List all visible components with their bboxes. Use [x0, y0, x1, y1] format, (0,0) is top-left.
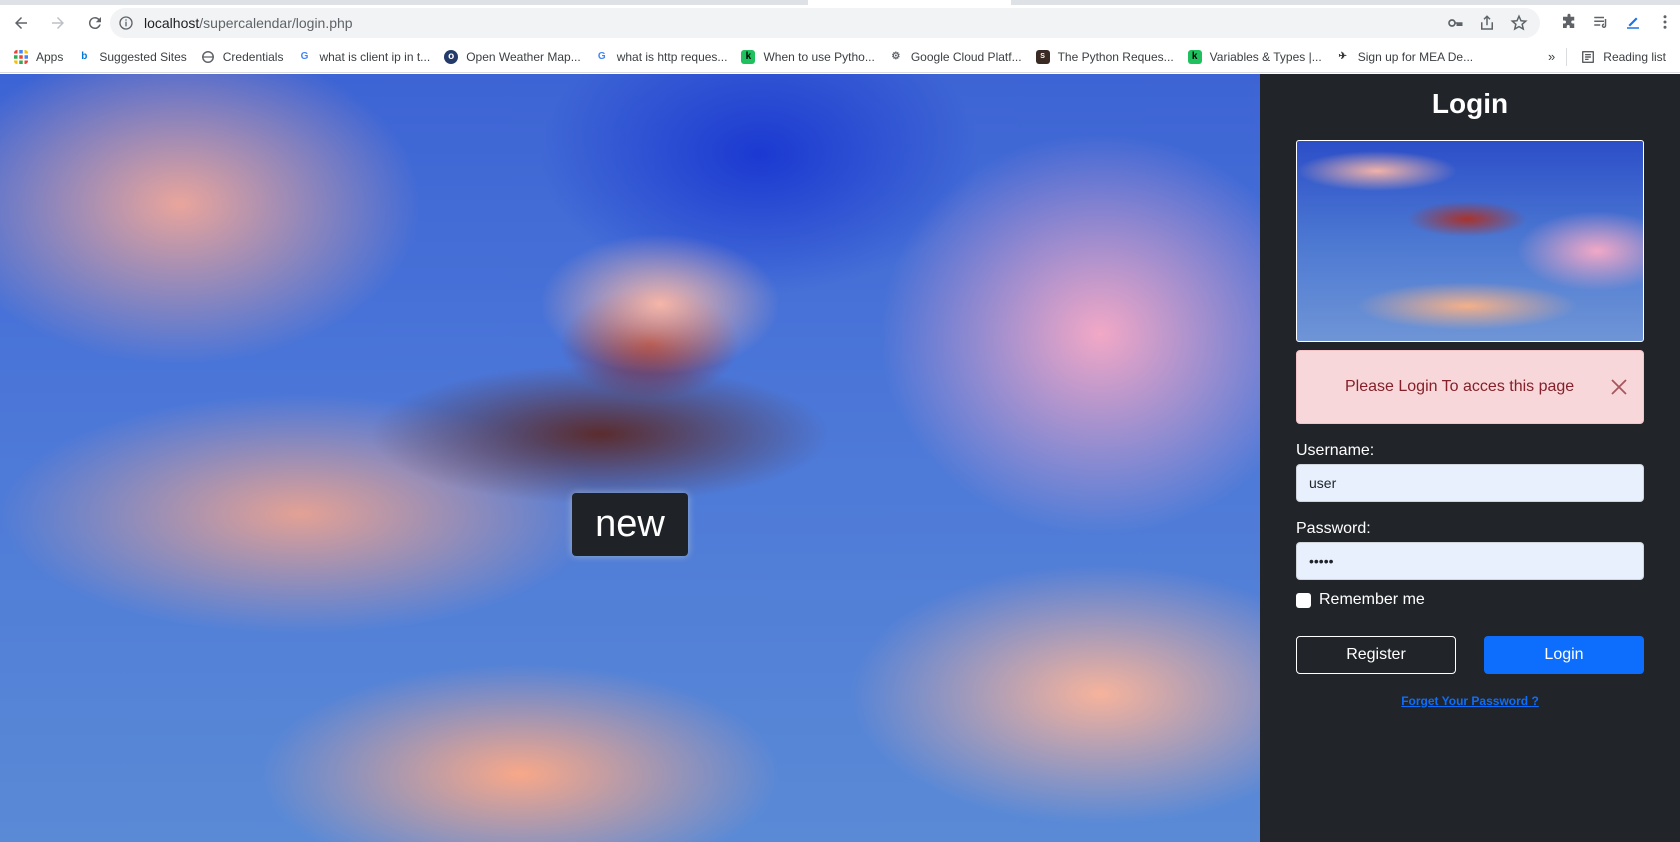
bookmark-label: what is http reques...	[616, 49, 728, 64]
page-title: Login	[1431, 88, 1509, 119]
bookmark-label: Sign up for MEA De...	[1357, 49, 1474, 64]
bookmarks-bar: Apps b Suggested Sites Credentials G wha…	[0, 41, 1680, 73]
bookmark-client-ip[interactable]: G what is client ip in t...	[297, 49, 431, 64]
remember-me[interactable]: Remember me	[1296, 591, 1425, 609]
close-icon[interactable]	[1609, 377, 1629, 397]
bookmark-apps[interactable]: Apps	[14, 49, 64, 64]
site-icon: k	[741, 49, 756, 64]
forgot-password-link[interactable]: Forget Your Password ?	[1260, 694, 1680, 708]
login-alert: Please Login To acces this page	[1296, 350, 1644, 424]
new-badge[interactable]: new	[572, 493, 688, 556]
globe-icon	[201, 50, 214, 63]
more-bookmarks-icon[interactable]: »	[1548, 49, 1555, 64]
preview-image	[1296, 140, 1644, 342]
register-button[interactable]: Register	[1296, 636, 1456, 674]
extensions-icon[interactable]	[1560, 13, 1578, 31]
bookmark-label: Google Cloud Platf...	[910, 49, 1022, 64]
bookmark-python-requests[interactable]: S The Python Reques...	[1035, 49, 1174, 64]
media-queue-icon[interactable]	[1592, 13, 1610, 31]
reading-list[interactable]: Reading list	[1566, 41, 1666, 73]
password-label: Password:	[1296, 520, 1371, 537]
remember-label: Remember me	[1319, 591, 1425, 608]
profile-icon[interactable]	[1624, 13, 1642, 31]
gear-icon: ⚙	[891, 51, 901, 62]
back-icon[interactable]	[5, 7, 37, 39]
site-icon: ✈	[1338, 51, 1347, 62]
bookmark-label: Apps	[36, 49, 64, 64]
url-host: localhost	[144, 15, 200, 31]
site-info-icon[interactable]	[118, 15, 134, 31]
username-field[interactable]: user	[1296, 464, 1644, 502]
bookmark-label: Suggested Sites	[99, 49, 187, 64]
reading-list-label: Reading list	[1603, 50, 1666, 64]
reading-list-icon	[1582, 51, 1595, 63]
bookmark-suggested-sites[interactable]: b Suggested Sites	[77, 50, 186, 64]
site-icon: k	[1187, 49, 1202, 64]
bookmark-label: The Python Reques...	[1057, 49, 1174, 64]
login-button[interactable]: Login	[1484, 636, 1644, 674]
bookmark-label: Credentials	[222, 49, 284, 64]
reload-icon[interactable]	[79, 7, 111, 39]
bookmark-label: Variables & Types |...	[1209, 49, 1322, 64]
login-page: new Login Please Login To acces this pag…	[0, 74, 1680, 842]
bookmark-credentials[interactable]: Credentials	[201, 49, 284, 64]
google-icon: G	[597, 51, 606, 62]
bookmark-divider	[1566, 48, 1568, 66]
bookmark-http-request[interactable]: G what is http reques...	[595, 50, 728, 64]
bookmark-label: Open Weather Map...	[466, 49, 581, 64]
bookmark-google-cloud[interactable]: ⚙ Google Cloud Platf...	[889, 49, 1022, 64]
star-icon[interactable]	[1510, 14, 1528, 32]
bing-icon: b	[81, 51, 88, 62]
url-text[interactable]: localhost/supercalendar/login.php	[144, 15, 353, 31]
menu-icon[interactable]	[1656, 13, 1674, 31]
apps-grid-icon	[14, 49, 28, 64]
bookmark-label: what is client ip in t...	[319, 49, 431, 64]
bookmark-label: When to use Pytho...	[763, 49, 875, 64]
google-icon: G	[300, 51, 309, 62]
hero-background-image: new	[0, 74, 1260, 842]
forward-icon[interactable]	[42, 7, 74, 39]
weather-icon: o	[444, 49, 459, 64]
share-icon[interactable]	[1478, 14, 1496, 32]
bookmark-open-weather[interactable]: o Open Weather Map...	[444, 49, 581, 64]
remember-checkbox[interactable]	[1296, 592, 1311, 608]
bookmark-mea-signup[interactable]: ✈ Sign up for MEA De...	[1336, 49, 1474, 64]
url-path: /supercalendar/login.php	[199, 15, 353, 31]
username-label: Username:	[1296, 442, 1375, 459]
login-panel: Login Please Login To acces this page Us…	[1260, 74, 1680, 842]
bookmark-variables-types[interactable]: k Variables & Types |...	[1187, 49, 1322, 64]
site-icon: S	[1035, 49, 1050, 64]
bookmark-when-python[interactable]: k When to use Pytho...	[741, 49, 875, 64]
browser-toolbar: localhost/supercalendar/login.php	[0, 5, 1680, 41]
address-bar[interactable]: localhost/supercalendar/login.php	[110, 8, 1540, 38]
key-icon[interactable]	[1446, 14, 1464, 32]
alert-message: Please Login To acces this page	[1345, 378, 1575, 395]
password-field[interactable]: •••••	[1296, 542, 1644, 580]
